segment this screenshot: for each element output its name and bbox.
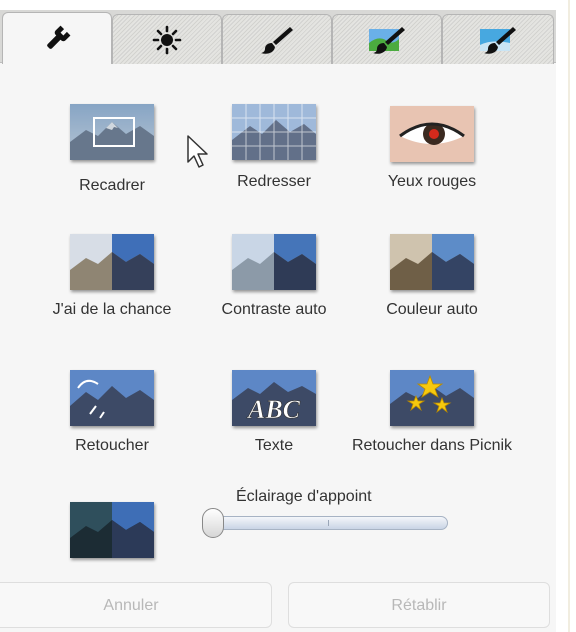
retoucher-thumbnail[interactable] [70, 370, 154, 426]
brush-icon [261, 26, 293, 54]
redresser-thumbnail[interactable] [232, 104, 316, 160]
contraste-thumbnail[interactable] [232, 234, 316, 290]
fill-light-label: Éclairage d'appoint [236, 488, 372, 505]
fill-light-thumbnail[interactable] [70, 502, 154, 558]
texte-label[interactable]: Texte [184, 436, 364, 456]
page-edge-line [568, 0, 570, 632]
slider-tick [328, 520, 329, 526]
contraste-label[interactable]: Contraste auto [184, 300, 364, 320]
chance-label[interactable]: J'ai de la chance [22, 300, 202, 320]
tab-bar [0, 10, 556, 64]
green-image-brush-icon [369, 26, 405, 54]
mouse-pointer-icon [187, 135, 208, 168]
annuler-button[interactable]: Annuler [0, 582, 272, 628]
chance-thumbnail[interactable] [70, 234, 154, 290]
blue-image-brush-icon [480, 26, 516, 54]
retoucher-picnik-thumbnail[interactable] [390, 370, 474, 426]
recadrer-label[interactable]: Recadrer [22, 176, 202, 196]
tab-effects-green[interactable] [332, 14, 442, 64]
tab-basic-edits[interactable] [2, 12, 112, 64]
retoucher-picnik-label[interactable]: Retoucher dans Picnik [342, 436, 522, 456]
couleur-label[interactable]: Couleur auto [342, 300, 522, 320]
retablir-button[interactable]: Rétablir [288, 582, 550, 628]
yeux-rouges-label[interactable]: Yeux rouges [342, 172, 522, 192]
recadrer-thumbnail[interactable] [70, 104, 154, 160]
texte-thumb-text: ABC [246, 395, 301, 424]
couleur-thumbnail[interactable] [390, 234, 474, 290]
brightness-icon [152, 25, 182, 54]
fill-light-slider-track[interactable] [210, 516, 448, 530]
yeux-rouges-thumbnail[interactable] [390, 106, 474, 162]
retoucher-label[interactable]: Retoucher [22, 436, 202, 456]
tab-effects-blue[interactable] [442, 14, 554, 64]
texte-thumbnail[interactable]: ABC [232, 370, 316, 426]
redresser-label[interactable]: Redresser [184, 172, 364, 192]
tab-brush[interactable] [222, 14, 332, 64]
fill-light-slider-handle[interactable] [202, 508, 224, 538]
wrench-icon [47, 25, 71, 49]
tab-exposure[interactable] [112, 14, 222, 64]
